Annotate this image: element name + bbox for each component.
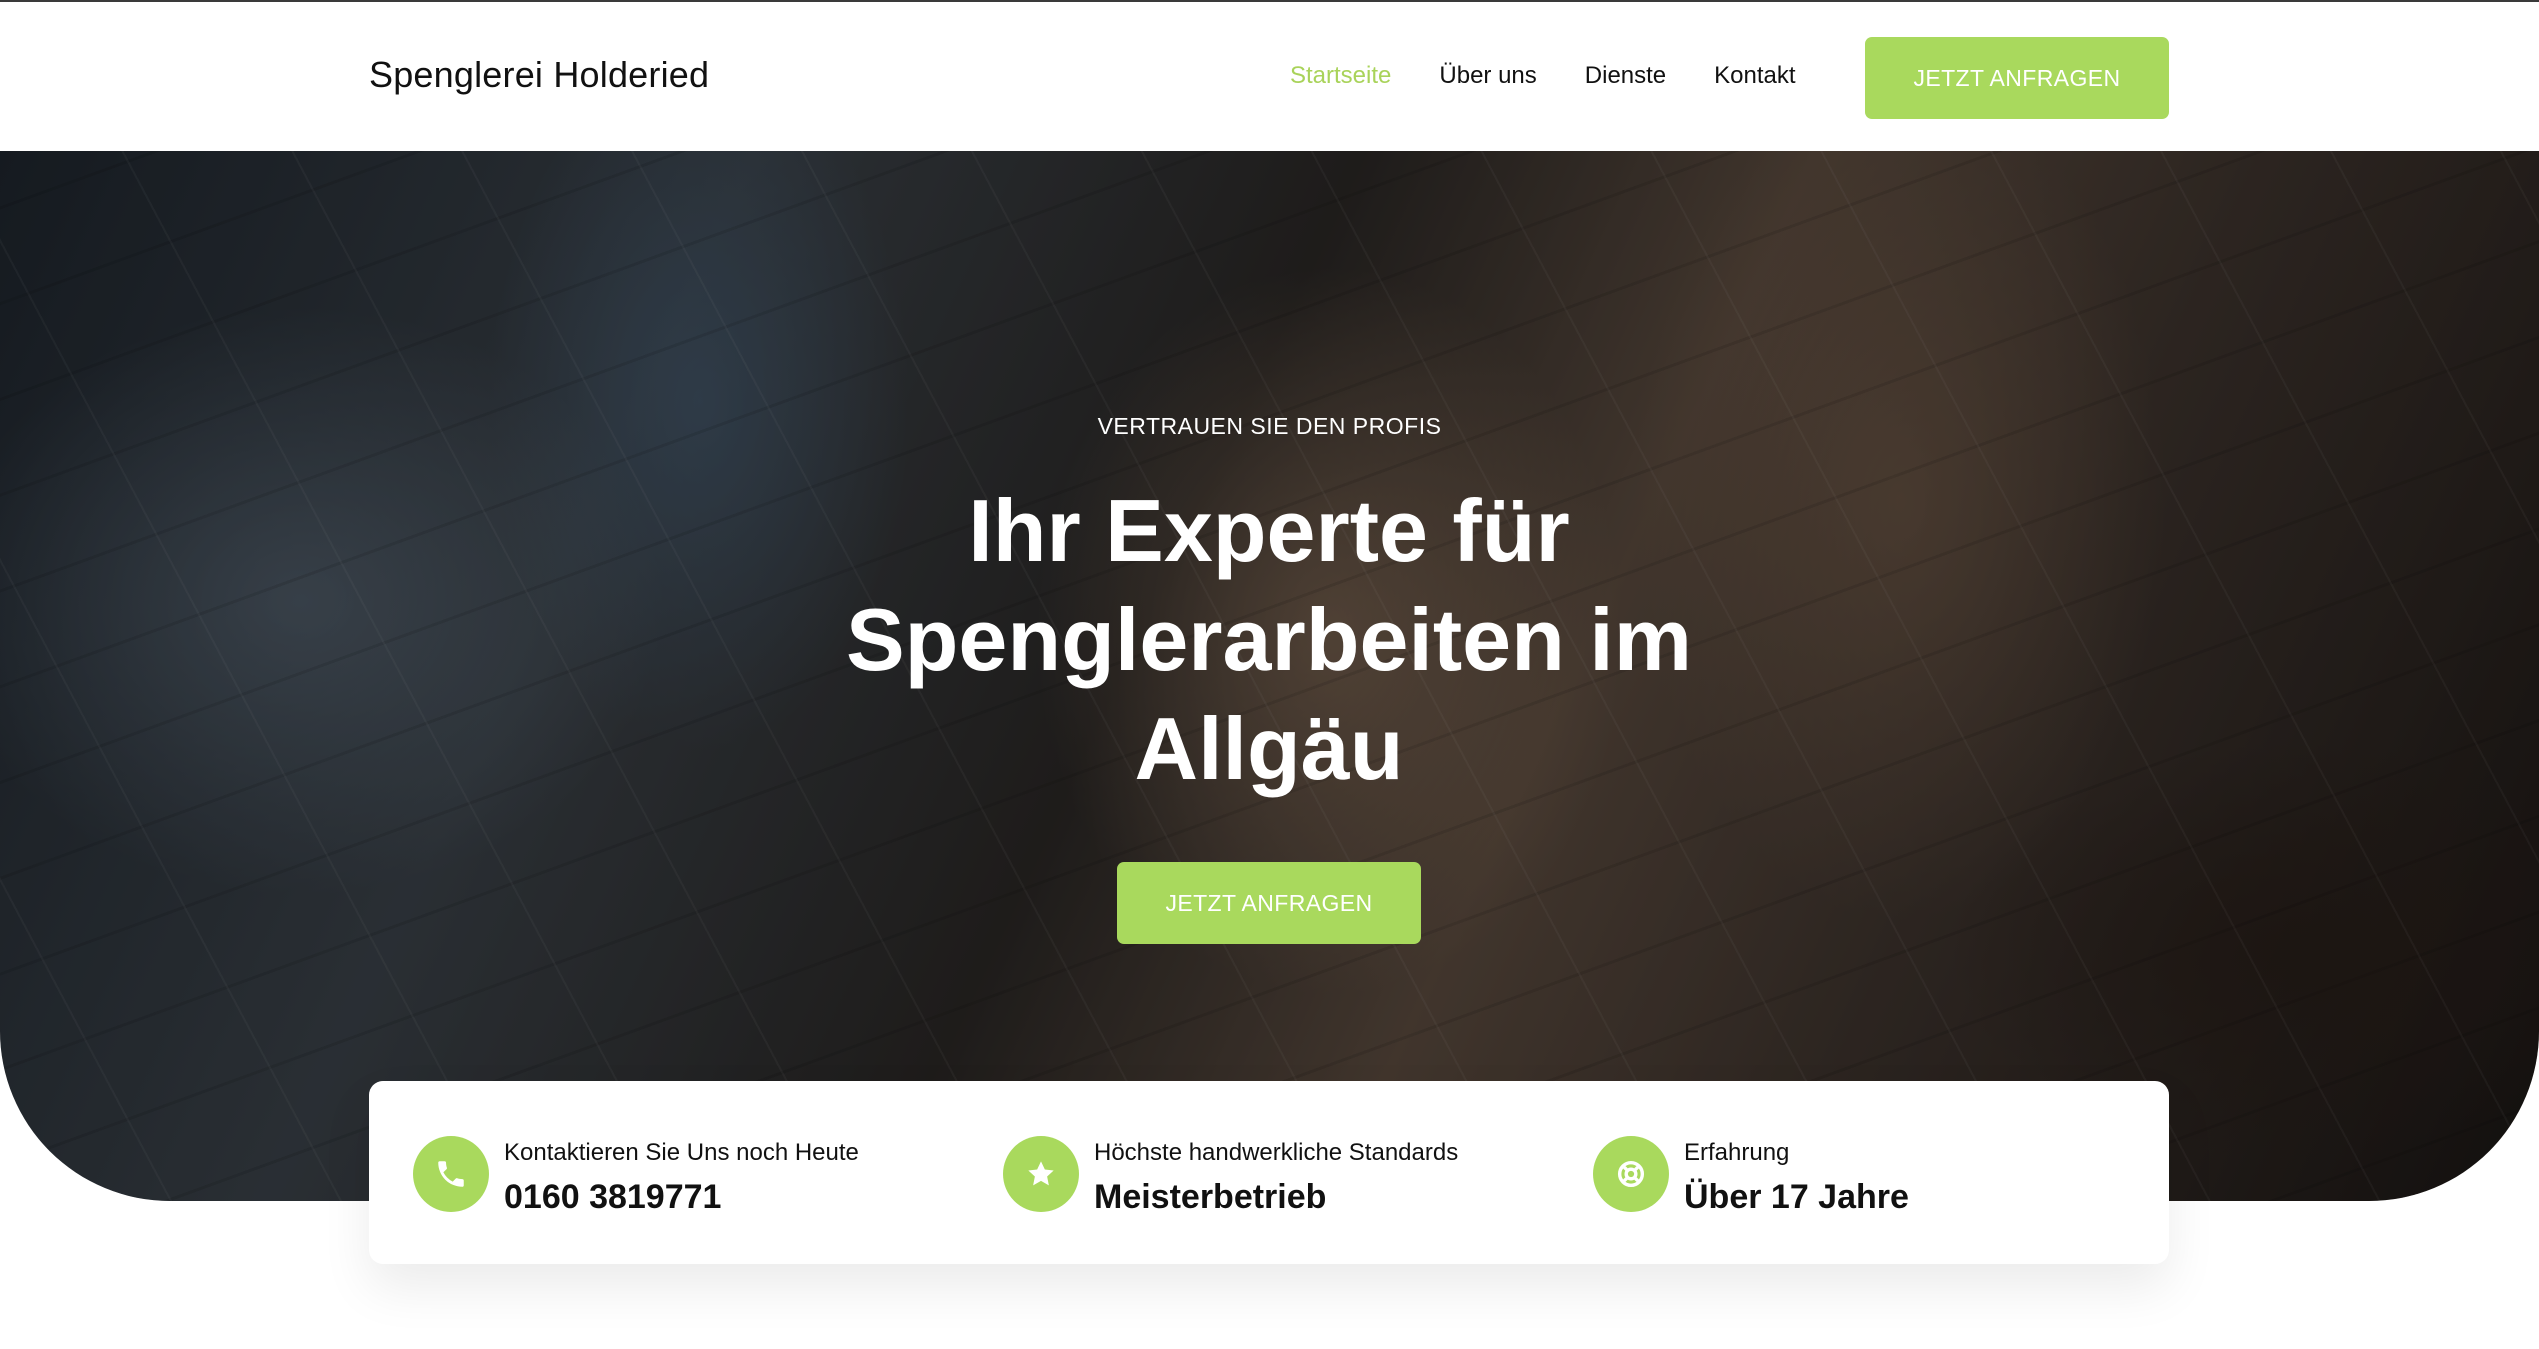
phone-number[interactable]: 0160 3819771: [504, 1178, 721, 1217]
hero-cta-button[interactable]: JETZT ANFRAGEN: [1117, 862, 1421, 944]
page: Spenglerei Holderied Startseite Über uns…: [0, 0, 2539, 1349]
phone-icon: [413, 1136, 489, 1212]
nav-kontakt[interactable]: Kontakt: [1714, 62, 1795, 90]
lifebuoy-icon: [1593, 1136, 1669, 1212]
headline-line-2: Spenglerarbeiten im: [845, 590, 1692, 689]
info-label: Erfahrung: [1684, 1139, 1790, 1166]
info-value: Über 17 Jahre: [1684, 1178, 1909, 1216]
nav-startseite[interactable]: Startseite: [1290, 62, 1391, 90]
nav-ueber-uns[interactable]: Über uns: [1439, 62, 1536, 90]
info-label: Höchste handwerkliche Standards: [1094, 1139, 1459, 1166]
info-card: Kontaktieren Sie Uns noch Heute 0160 381…: [369, 1081, 2169, 1264]
header-cta-button[interactable]: JETZT ANFRAGEN: [1865, 37, 2169, 119]
info-label: Kontaktieren Sie Uns noch Heute: [504, 1139, 859, 1166]
info-value: Meisterbetrieb: [1094, 1178, 1327, 1216]
hero-eyebrow: VERTRAUEN SIE DEN PROFIS: [1097, 413, 1442, 439]
headline-line-3: Allgäu: [1134, 699, 1404, 798]
brand-logo[interactable]: Spenglerei Holderied: [369, 54, 709, 96]
star-icon: [1003, 1136, 1079, 1212]
headline-line-1: Ihr Experte für: [968, 481, 1570, 580]
hero-section: VERTRAUEN SIE DEN PROFIS Ihr Experte für…: [0, 151, 2539, 1201]
site-header: Spenglerei Holderied Startseite Über uns…: [0, 0, 2539, 151]
hero-headline: Ihr Experte für Spenglerarbeiten im Allg…: [769, 476, 1769, 803]
nav-dienste[interactable]: Dienste: [1585, 62, 1666, 90]
main-nav: Startseite Über uns Dienste Kontakt: [1290, 62, 1844, 90]
